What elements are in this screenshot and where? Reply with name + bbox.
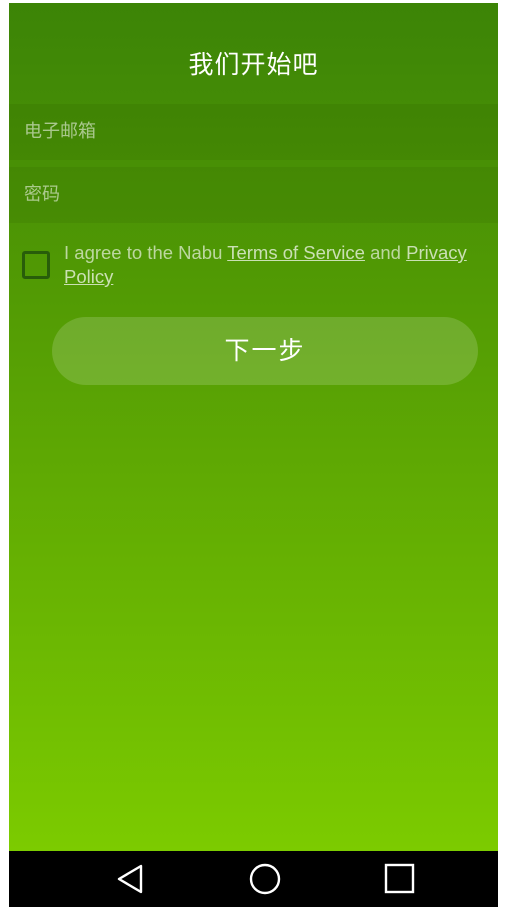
page-title: 我们开始吧 [188, 50, 319, 79]
recents-icon [384, 863, 415, 894]
terms-text: I agree to the Nabu Terms of Service and… [64, 241, 492, 289]
terms-prefix: I agree to the Nabu [64, 242, 228, 263]
terms-agreement: I agree to the Nabu Terms of Service and… [9, 237, 498, 297]
email-placeholder: 电子邮箱 [24, 121, 96, 142]
terms-checkbox[interactable] [22, 251, 50, 279]
terms-of-service-link[interactable]: Terms of Service [227, 242, 365, 263]
next-button[interactable]: 下一步 [52, 317, 478, 385]
system-navigation-bar [9, 851, 498, 907]
home-icon [249, 863, 281, 895]
back-icon [117, 864, 143, 894]
signup-screen: 我们开始吧 电子邮箱 密码 I agree to the Nabu Terms … [9, 3, 498, 851]
password-field[interactable]: 密码 [9, 167, 498, 223]
email-field[interactable]: 电子邮箱 [9, 104, 498, 160]
password-placeholder: 密码 [24, 184, 60, 205]
home-button[interactable] [225, 851, 305, 907]
recents-button[interactable] [360, 851, 440, 907]
phone-screen: 我们开始吧 电子邮箱 密码 I agree to the Nabu Terms … [9, 3, 498, 907]
back-button[interactable] [94, 851, 174, 907]
terms-middle: and [364, 242, 407, 263]
